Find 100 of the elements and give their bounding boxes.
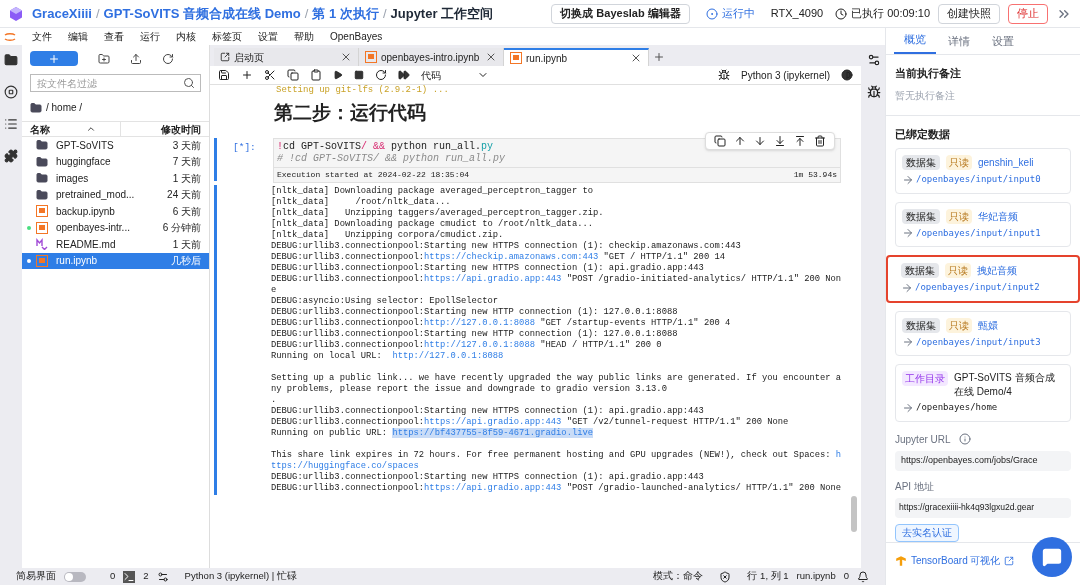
cell-type-select[interactable]: 代码 bbox=[421, 67, 489, 83]
dataset-link[interactable]: 拽妃音频 bbox=[977, 263, 1017, 278]
menu-item[interactable]: 帮助 bbox=[294, 29, 314, 44]
running-sessions-icon[interactable] bbox=[4, 85, 18, 99]
current-path[interactable]: / home / bbox=[46, 100, 83, 115]
menu-item[interactable]: 标签页 bbox=[212, 29, 242, 44]
move-up-icon[interactable] bbox=[734, 134, 746, 147]
column-header[interactable]: 名称 bbox=[30, 121, 50, 137]
launcher-icon bbox=[220, 52, 230, 62]
breadcrumb-link[interactable]: GPT-SoVITS 音频合成在线 Demo bbox=[103, 3, 301, 24]
table-of-contents-icon[interactable] bbox=[4, 117, 18, 131]
snapshot-button[interactable]: 创建快照 bbox=[938, 3, 1000, 24]
debugger-icon[interactable] bbox=[718, 69, 731, 81]
chat-button[interactable] bbox=[1032, 537, 1072, 577]
new-launcher-button[interactable] bbox=[30, 51, 78, 66]
close-icon[interactable] bbox=[485, 51, 497, 63]
switch-editor-button[interactable]: 切换成 Bayeslab 编辑器 bbox=[551, 3, 690, 24]
mount-path: /openbayes/home bbox=[916, 401, 998, 414]
file-row[interactable]: openbayes-intr... 6 分钟前 bbox=[22, 219, 209, 236]
kernel-name[interactable]: Python 3 (ipykernel) bbox=[741, 67, 830, 83]
panel-tab[interactable]: 详情 bbox=[938, 32, 980, 54]
file-modified: 1 天前 bbox=[172, 237, 201, 252]
restart-icon[interactable] bbox=[375, 69, 387, 81]
stop-icon[interactable] bbox=[354, 70, 364, 80]
insert-below-icon[interactable] bbox=[774, 134, 786, 147]
property-inspector-icon[interactable] bbox=[866, 53, 881, 67]
delete-icon[interactable] bbox=[814, 134, 826, 147]
column-header[interactable]: 修改时间 bbox=[120, 121, 201, 137]
upload-icon[interactable] bbox=[130, 52, 142, 65]
refresh-icon[interactable] bbox=[162, 52, 174, 65]
stop-button[interactable]: 停止 bbox=[1008, 3, 1048, 24]
section-title: 已绑定数据 bbox=[895, 126, 951, 142]
simple-mode-toggle[interactable] bbox=[64, 571, 86, 582]
output-line: ttps://huggingface.co/spaces bbox=[271, 460, 419, 472]
insert-cell-icon[interactable] bbox=[241, 69, 253, 81]
close-icon[interactable] bbox=[340, 51, 352, 63]
dataset-link[interactable]: genshin_keli bbox=[978, 155, 1034, 170]
menu-item[interactable]: 设置 bbox=[258, 29, 278, 44]
jupyter-url-field[interactable]: https://openbayes.com/jobs/Grace bbox=[895, 450, 1071, 471]
output-line: DEBUG:urllib3.connectionpool:Starting new HTTPS connection (1): api.gradio.app:443 bbox=[271, 471, 704, 483]
copy-icon[interactable] bbox=[287, 69, 299, 81]
notebook-tab[interactable]: openbayes-intro.ipynb bbox=[359, 48, 504, 66]
insert-above-icon[interactable] bbox=[794, 134, 806, 147]
arrow-icon bbox=[902, 401, 914, 414]
run-icon[interactable] bbox=[333, 70, 343, 80]
output-line: DEBUG:urllib3.connectionpool:Starting new HTTPS connection (1): api.gradio.app:443 bbox=[271, 405, 704, 417]
file-name: README.md bbox=[56, 237, 116, 252]
mount-path: /openbayes/input/input3 bbox=[916, 335, 1041, 349]
breadcrumb-link[interactable]: GraceXiiii bbox=[32, 3, 92, 24]
new-folder-icon[interactable] bbox=[98, 52, 110, 65]
menu-item[interactable]: 查看 bbox=[104, 29, 124, 44]
verify-button[interactable]: 去实名认证 bbox=[895, 523, 959, 542]
file-row[interactable]: pretrained_mod... 24 天前 bbox=[22, 186, 209, 203]
file-row[interactable]: images 1 天前 bbox=[22, 170, 209, 187]
notebook-tab[interactable]: 启动页 bbox=[214, 48, 359, 66]
section-title: 当前执行备注 bbox=[895, 66, 962, 81]
file-row[interactable]: README.md 1 天前 bbox=[22, 236, 209, 253]
filter-field[interactable]: 按文件名过滤 bbox=[30, 74, 201, 92]
cut-icon[interactable] bbox=[264, 69, 276, 81]
extensions-icon[interactable] bbox=[4, 149, 18, 163]
file-modified: 24 天前 bbox=[167, 188, 201, 203]
scrollbar[interactable] bbox=[851, 496, 857, 532]
output-line: DEBUG:urllib3.connectionpool:https://api.gradio.app:443 "GET /v2/tunnel-request HTTP/1.1" 200 None bbox=[271, 416, 789, 428]
debugger-icon[interactable] bbox=[866, 85, 881, 99]
panel-tab[interactable]: 设置 bbox=[982, 32, 1024, 54]
file-row[interactable]: huggingface 7 天前 bbox=[22, 153, 209, 170]
dataset-link[interactable]: 甄嬛 bbox=[978, 317, 998, 333]
output-line: Running on local URL: http://127.0.0.1:8088 bbox=[271, 350, 504, 362]
notification-icon[interactable] bbox=[857, 570, 869, 583]
file-modified: 1 天前 bbox=[172, 171, 201, 186]
panel-tab[interactable]: 概览 bbox=[894, 30, 936, 54]
file-row[interactable]: GPT-SoVITS 3 天前 bbox=[22, 137, 209, 154]
close-icon[interactable] bbox=[630, 52, 642, 64]
file-name: run.ipynb bbox=[56, 254, 98, 269]
move-down-icon[interactable] bbox=[754, 134, 766, 147]
menu-item[interactable]: 文件 bbox=[32, 29, 52, 44]
menu-item[interactable]: OpenBayes bbox=[330, 29, 383, 44]
elapsed-time: 已执行 00:09:10 bbox=[851, 6, 930, 22]
file-row[interactable]: backup.ipynb 6 天前 bbox=[22, 203, 209, 220]
api-url-field[interactable]: https://gracexiiii-hk4q93lgxu2d.gear bbox=[895, 497, 1071, 518]
duplicate-icon[interactable] bbox=[714, 134, 726, 147]
notebook-tab[interactable]: run.ipynb bbox=[504, 48, 649, 66]
duration: 1m 53.94s bbox=[793, 168, 837, 181]
menu-item[interactable]: 编辑 bbox=[68, 29, 88, 44]
tensorboard-link[interactable]: TensorBoard 可视化 bbox=[911, 553, 1001, 569]
output-line: DEBUG:urllib3.connectionpool:Starting new HTTP connection (1): 127.0.0.1:8088 bbox=[271, 328, 678, 340]
menu-item[interactable]: 内核 bbox=[176, 29, 196, 44]
status-count: 0 bbox=[110, 569, 116, 584]
breadcrumb-link[interactable]: 第 1 次执行 bbox=[312, 3, 379, 24]
arrow-icon bbox=[902, 227, 914, 240]
save-icon[interactable] bbox=[218, 69, 230, 81]
run-all-icon[interactable] bbox=[398, 69, 410, 81]
breadcrumb-separator: / bbox=[382, 4, 387, 23]
files-icon[interactable] bbox=[4, 53, 18, 67]
menu-item[interactable]: 运行 bbox=[140, 29, 160, 44]
paste-icon[interactable] bbox=[310, 69, 322, 81]
add-tab-icon[interactable] bbox=[653, 51, 665, 63]
folder-icon bbox=[36, 155, 48, 168]
dataset-link[interactable]: 华妃音频 bbox=[978, 208, 1018, 224]
file-row[interactable]: run.ipynb 几秒后 bbox=[22, 252, 209, 269]
